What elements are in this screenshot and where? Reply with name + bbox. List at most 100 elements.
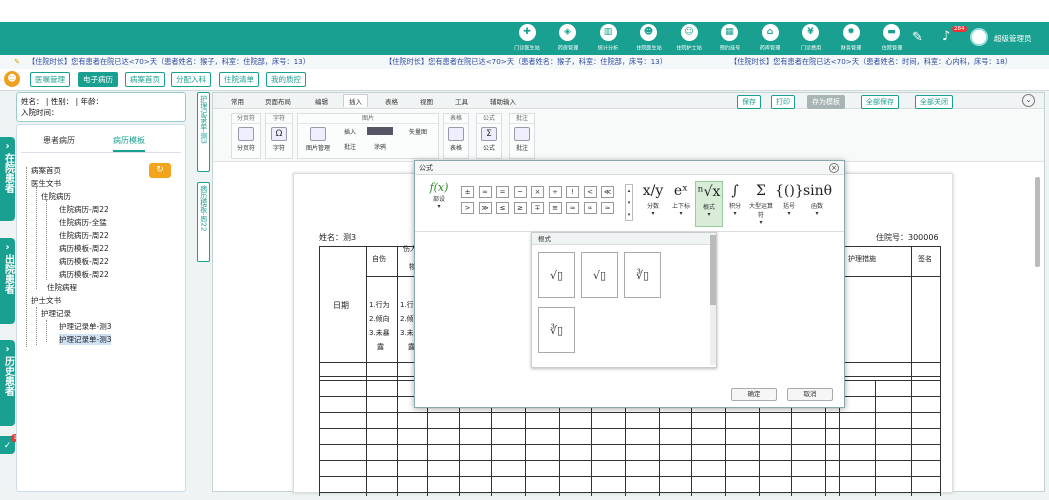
tab-inpatient[interactable]: › 在院患者 xyxy=(0,137,15,221)
char-button[interactable]: Ω 字符 xyxy=(266,127,292,152)
tree-node[interactable]: 住院病历 xyxy=(41,191,71,202)
symbol-button[interactable]: ∞ xyxy=(478,186,492,198)
formula-button[interactable]: Σ 公式 xyxy=(477,127,501,152)
symbol-button[interactable]: × xyxy=(531,186,544,198)
ribbon-tab[interactable]: 工具 xyxy=(455,96,468,106)
tree-node[interactable]: 住院病程 xyxy=(47,282,77,293)
radical-cube-index-option[interactable]: ∛▯ xyxy=(538,307,575,353)
tab-qc[interactable]: 我的质控 xyxy=(266,72,306,87)
scroll-thumb[interactable] xyxy=(710,235,716,305)
symbol-button[interactable]: ≅ xyxy=(548,202,562,214)
pagebreak-button[interactable]: 分页符 xyxy=(233,127,259,152)
formula-tool-4[interactable]: Σ 大型运算符 ▾ xyxy=(747,181,775,226)
formula-tool-1[interactable]: eˣ 上下标 ▾ xyxy=(667,181,695,217)
tree-node-selected[interactable]: 护理记录单-测3 xyxy=(59,334,112,345)
scribble-button[interactable]: 涂鸦 xyxy=(365,142,395,151)
symbol-button[interactable]: ÷ xyxy=(548,186,562,198)
comment-button[interactable]: 批注 xyxy=(510,127,534,152)
image-manage-button[interactable]: 图片管理 xyxy=(301,127,335,152)
save-button[interactable]: 保存 xyxy=(737,95,761,109)
refresh-icon[interactable]: ↻ xyxy=(149,163,171,178)
symbol-button[interactable]: ≥ xyxy=(513,202,527,214)
symbol-button[interactable]: ± xyxy=(461,186,474,198)
nav-item[interactable]: ✚ 门诊医生站 xyxy=(507,24,547,54)
tab-emr[interactable]: 电子病历 xyxy=(78,72,118,87)
nav-item[interactable]: ◈ 药房管理 xyxy=(548,24,588,54)
tree-node[interactable]: 病历模板-周22 xyxy=(59,256,109,267)
formula-tool-3[interactable]: ∫ 积分 ▾ xyxy=(721,181,749,217)
edit-icon[interactable]: ✎ xyxy=(912,30,923,45)
bell-icon[interactable]: ♪ xyxy=(942,29,950,44)
tree-node[interactable]: 医生文书 xyxy=(31,178,61,189)
ribbon-tab[interactable]: 辅助输入 xyxy=(490,96,516,106)
symbol-button[interactable]: ∝ xyxy=(583,202,597,214)
tree-node[interactable]: 住院病历-全猛 xyxy=(59,217,107,228)
formula-tool-5[interactable]: {()} 括号 ▾ xyxy=(775,181,804,217)
ribbon-tab[interactable]: 页面布局 xyxy=(265,96,291,106)
symbol-button[interactable]: < xyxy=(583,186,597,198)
vector-button[interactable]: 矢量图 xyxy=(399,127,437,136)
symbol-button[interactable]: ≤ xyxy=(496,202,509,214)
menu-toggle-icon[interactable]: ☻ xyxy=(4,71,20,87)
save-template-button[interactable]: 存为模板 xyxy=(807,95,845,109)
nav-item[interactable]: ☻ 住院医生站 xyxy=(629,24,669,54)
annotate-button[interactable]: 批注 xyxy=(335,142,365,151)
nav-item[interactable]: ▥ 统计分析 xyxy=(588,24,628,54)
ribbon-tab-insert[interactable]: 插入 xyxy=(343,94,368,107)
nav-item[interactable]: ☺ 住院护士站 xyxy=(669,24,709,54)
tree-node[interactable]: 住院病历-周22 xyxy=(59,230,109,241)
palette-scroll[interactable]: ▴ ▾ ▾ xyxy=(625,184,633,221)
cancel-button[interactable]: 取消 xyxy=(787,388,833,401)
symbol-button[interactable]: ≈ xyxy=(601,202,614,214)
tab-order[interactable]: 医嘱管理 xyxy=(30,72,70,87)
symbol-button[interactable]: ∓ xyxy=(531,202,544,214)
collapse-icon[interactable]: ⌄ xyxy=(1022,94,1035,107)
tree-node[interactable]: 护理记录单-测3 xyxy=(59,321,111,332)
tree-node[interactable]: 病案首页 xyxy=(31,165,61,176)
table-button[interactable]: 表格 xyxy=(444,127,468,152)
insert-image-button[interactable]: 插入 xyxy=(335,127,365,136)
editor-scrollbar[interactable] xyxy=(1035,177,1040,267)
symbol-button[interactable]: = xyxy=(496,186,509,198)
tree-node[interactable]: 病历模板-周22 xyxy=(59,269,109,280)
symbol-button[interactable]: ≫ xyxy=(478,202,492,214)
tree-node[interactable]: 护理记录 xyxy=(41,308,71,319)
ok-button[interactable]: 确定 xyxy=(731,388,777,401)
symbol-button[interactable]: ! xyxy=(566,186,579,198)
nav-item[interactable]: ▦ 预约挂号 xyxy=(710,24,750,54)
print-button[interactable]: 打印 xyxy=(771,95,795,109)
radical-sqrt-index-option[interactable]: √▯ xyxy=(581,252,618,298)
radical-sqrt-option[interactable]: √▯ xyxy=(538,252,575,298)
close-icon[interactable]: × xyxy=(829,163,839,173)
tab-patient-records[interactable]: 患者病历 xyxy=(43,135,75,146)
formula-tool-2[interactable]: ⁿ√x 根式 ▾ xyxy=(695,181,723,227)
save-all-button[interactable]: 全部保存 xyxy=(861,95,899,109)
nav-item[interactable]: ▬ 住院管理 xyxy=(872,24,912,54)
symbol-button[interactable]: > xyxy=(461,202,474,214)
symbol-button[interactable]: ≈ xyxy=(566,202,579,214)
tab-assign[interactable]: 分配入科 xyxy=(171,72,211,87)
open-doc-template[interactable]: 病历模板-周22 xyxy=(197,182,210,262)
popup-scrollbar[interactable] xyxy=(710,235,716,365)
tree-node[interactable]: 护士文书 xyxy=(31,295,61,306)
ribbon-tab[interactable]: 常用 xyxy=(231,96,244,106)
nav-item[interactable]: ¥ 门诊费用 xyxy=(791,24,831,54)
function-button[interactable]: f(x) 部设 ▾ xyxy=(425,181,453,210)
tab-record-templates[interactable]: 病历模板 xyxy=(113,135,145,152)
open-doc-nursing[interactable]: 护理记录单-测3 xyxy=(197,92,210,172)
tab-case-home[interactable]: 病案首页 xyxy=(125,72,165,87)
symbol-button[interactable]: ≪ xyxy=(601,186,614,198)
user-name[interactable]: 超级管理员 xyxy=(994,33,1032,44)
ribbon-tab[interactable]: 编辑 xyxy=(315,96,328,106)
ribbon-tab[interactable]: 表格 xyxy=(385,96,398,106)
tab-discharged[interactable]: › 出院患者 xyxy=(0,238,15,324)
formula-tool-6[interactable]: sinθ 函数 ▾ xyxy=(803,181,832,217)
tab-history[interactable]: › 历史患者 xyxy=(0,340,15,426)
formula-tool-0[interactable]: x/y 分数 ▾ xyxy=(639,181,667,217)
nav-item[interactable]: ⌂ 药库管理 xyxy=(750,24,790,54)
symbol-button[interactable]: ~ xyxy=(513,186,527,198)
nav-item[interactable]: ✹ 财务管理 xyxy=(831,24,871,54)
close-all-button[interactable]: 全部关闭 xyxy=(915,95,953,109)
avatar[interactable] xyxy=(970,28,988,46)
tab-list[interactable]: 住院清单 xyxy=(219,72,259,87)
